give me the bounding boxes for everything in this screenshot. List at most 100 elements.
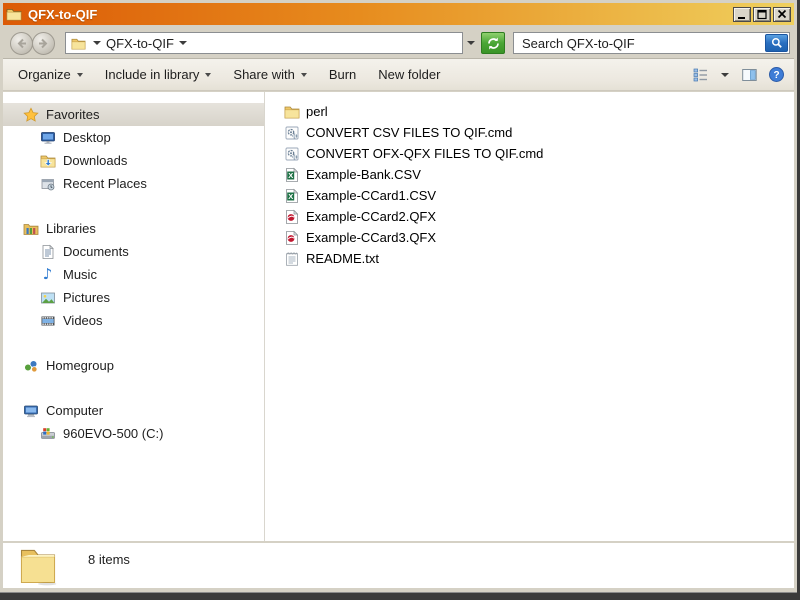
burn-label: Burn [329, 67, 356, 82]
homegroup-icon [22, 357, 39, 374]
new-folder-button[interactable]: New folder [378, 67, 440, 82]
sidebar-label: Videos [63, 313, 103, 328]
breadcrumb[interactable]: QFX-to-QIF [65, 32, 463, 54]
window-folder-icon[interactable] [6, 6, 22, 22]
breadcrumb-segment[interactable]: QFX-to-QIF [106, 36, 174, 51]
address-bar: QFX-to-QIF [3, 28, 794, 58]
file-name: Example-CCard3.QFX [306, 230, 436, 245]
sidebar-spacer [3, 195, 264, 217]
close-icon [776, 9, 788, 20]
file-item[interactable]: X Example-CCard1.CSV [265, 185, 794, 206]
sidebar-item-documents[interactable]: Documents [3, 240, 264, 263]
titlebar: QFX-to-QIF [3, 3, 794, 25]
file-item[interactable]: perl [265, 101, 794, 122]
sidebar-item-music[interactable]: ♪ Music [3, 263, 264, 286]
refresh-icon [486, 36, 501, 51]
sidebar-label: Recent Places [63, 176, 147, 191]
new-folder-label: New folder [378, 67, 440, 82]
share-with-label: Share with [233, 67, 294, 82]
music-icon: ♪ [39, 266, 56, 283]
chevron-down-icon [467, 41, 475, 45]
search-input[interactable] [520, 35, 765, 52]
star-icon [22, 106, 39, 123]
sidebar-item-computer[interactable]: Computer [3, 399, 264, 422]
search-button[interactable] [765, 34, 788, 52]
sidebar-spacer [3, 377, 264, 399]
close-button[interactable] [773, 7, 791, 22]
sidebar-item-videos[interactable]: Videos [3, 309, 264, 332]
sidebar-label: Computer [46, 403, 103, 418]
sidebar-label: Desktop [63, 130, 111, 145]
excel-file-icon: X [284, 188, 300, 204]
cmd-file-icon [284, 146, 300, 162]
file-item[interactable]: X Example-Bank.CSV [265, 164, 794, 185]
help-button[interactable]: ? [768, 66, 785, 83]
include-in-library-menu[interactable]: Include in library [105, 67, 212, 82]
file-item[interactable]: CONVERT CSV FILES TO QIF.cmd [265, 122, 794, 143]
sidebar-label: Music [63, 267, 97, 282]
qfx-file-icon [284, 209, 300, 225]
address-history-dropdown[interactable] [463, 32, 479, 54]
file-name: Example-CCard2.QFX [306, 209, 436, 224]
organize-menu[interactable]: Organize [18, 67, 83, 82]
file-name: Example-CCard1.CSV [306, 188, 436, 203]
videos-icon [39, 312, 56, 329]
toolbar-right: ? [692, 66, 785, 83]
computer-icon [22, 402, 39, 419]
minimize-icon [736, 9, 748, 20]
file-list: perl CONVERT CSV FILES TO QIF.cmd CONVER… [265, 92, 794, 541]
sidebar-item-favorites[interactable]: Favorites [3, 103, 264, 126]
file-item[interactable]: CONVERT OFX-QFX FILES TO QIF.cmd [265, 143, 794, 164]
chevron-down-icon [77, 73, 83, 77]
libraries-icon [22, 220, 39, 237]
chevron-down-icon [205, 73, 211, 77]
minimize-button[interactable] [733, 7, 751, 22]
sidebar-label: 960EVO-500 (C:) [63, 426, 163, 441]
sidebar-item-desktop[interactable]: Desktop [3, 126, 264, 149]
cmd-file-icon [284, 125, 300, 141]
file-name: perl [306, 104, 328, 119]
search-icon [770, 36, 784, 50]
explorer-window: QFX-to-QIF [0, 0, 797, 592]
sidebar-spacer [3, 332, 264, 354]
selected-folder-icon [16, 545, 60, 587]
pictures-icon [39, 289, 56, 306]
change-view-button[interactable] [692, 67, 709, 83]
folder-icon [284, 104, 300, 120]
forward-button[interactable] [32, 32, 55, 55]
item-count: 8 items [88, 552, 130, 567]
file-item[interactable]: Example-CCard2.QFX [265, 206, 794, 227]
sidebar-item-drive-c[interactable]: 960EVO-500 (C:) [3, 422, 264, 445]
svg-text:X: X [288, 192, 293, 201]
sidebar-item-libraries[interactable]: Libraries [3, 217, 264, 240]
back-button[interactable] [10, 32, 33, 55]
svg-text:X: X [288, 171, 293, 180]
maximize-button[interactable] [753, 7, 771, 22]
maximize-icon [756, 9, 768, 20]
burn-button[interactable]: Burn [329, 67, 356, 82]
sidebar-label: Libraries [46, 221, 96, 236]
sidebar-label: Homegroup [46, 358, 114, 373]
breadcrumb-segment-dropdown-icon[interactable] [179, 41, 187, 45]
file-item[interactable]: Example-CCard3.QFX [265, 227, 794, 248]
sidebar-label: Favorites [46, 107, 99, 122]
sidebar-item-pictures[interactable]: Pictures [3, 286, 264, 309]
navigation-buttons [10, 32, 55, 55]
refresh-button[interactable] [481, 32, 505, 54]
share-with-menu[interactable]: Share with [233, 67, 306, 82]
text-file-icon [284, 251, 300, 267]
qfx-file-icon [284, 230, 300, 246]
sidebar-item-recent-places[interactable]: Recent Places [3, 172, 264, 195]
view-dropdown-icon[interactable] [721, 73, 729, 77]
file-name: README.txt [306, 251, 379, 266]
sidebar-item-homegroup[interactable]: Homegroup [3, 354, 264, 377]
file-name: Example-Bank.CSV [306, 167, 421, 182]
file-item[interactable]: README.txt [265, 248, 794, 269]
preview-pane-button[interactable] [741, 67, 758, 83]
sidebar-item-downloads[interactable]: Downloads [3, 149, 264, 172]
breadcrumb-root-dropdown-icon[interactable] [93, 41, 101, 45]
svg-text:?: ? [773, 70, 779, 81]
window-controls [733, 7, 791, 22]
window-title: QFX-to-QIF [28, 7, 97, 22]
command-toolbar: Organize Include in library Share with B… [3, 58, 794, 91]
